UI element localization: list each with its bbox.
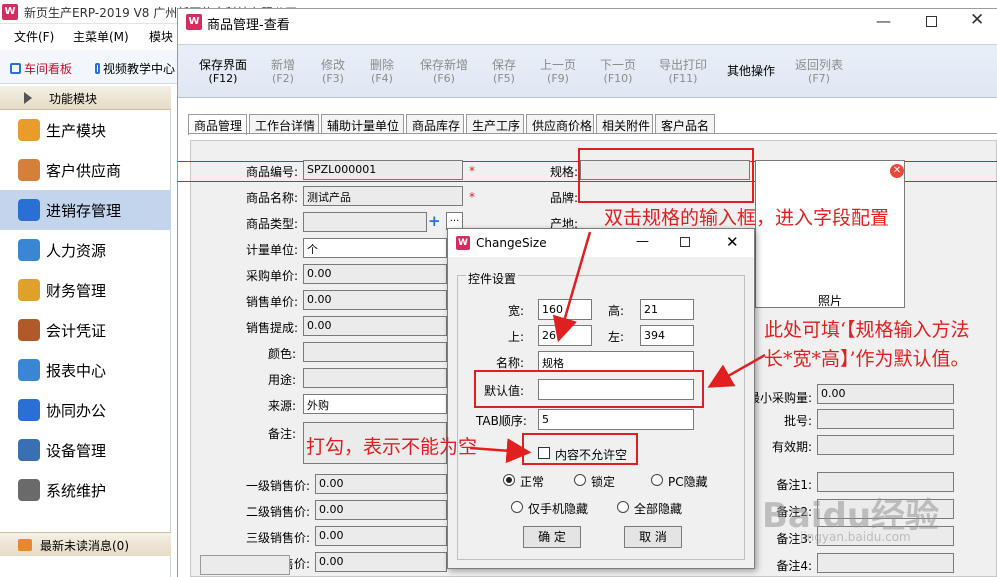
watermark-url: jingyan.baidu.com	[800, 530, 911, 544]
arrow-to-top-field	[552, 231, 592, 343]
arrow-to-checkbox	[469, 438, 532, 464]
annotation-left: 打勾，表示不能为空	[306, 436, 478, 458]
annotation-top: 双击规格的输入框，进入字段配置	[604, 207, 890, 229]
arrow-to-default-field	[707, 353, 766, 388]
annotation-right: 此处可填‘【规格输入方法 长*宽*高】’作为默认值。	[764, 319, 970, 370]
